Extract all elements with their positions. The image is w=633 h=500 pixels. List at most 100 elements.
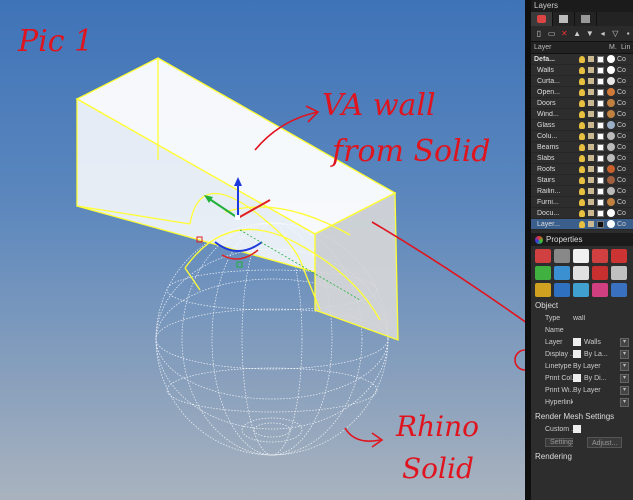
layer-name[interactable]: Railin... [531,188,579,195]
layer-row[interactable]: Glass Co [531,120,633,131]
material-column-header[interactable]: M. [609,42,621,53]
lock-icon[interactable] [588,155,594,161]
visibility-bulb-icon[interactable] [579,198,585,206]
layer-row[interactable]: Colu... Co [531,131,633,142]
rhino-viewport[interactable]: Pic 1 VA wall from Solid Rhino Solid [0,0,525,500]
lock-icon[interactable] [588,100,594,106]
layer-color-swatch[interactable] [597,143,604,151]
layer-name[interactable]: Open... [531,89,579,96]
layer-color-swatch[interactable] [597,165,604,173]
layer-linetype[interactable]: Co [617,210,626,217]
visibility-bulb-icon[interactable] [579,176,585,184]
properties-page-icon[interactable] [611,283,627,297]
move-up-icon[interactable]: ▲ [572,29,582,39]
linetype-column-header[interactable]: Lin [621,42,630,53]
properties-page-icon[interactable] [592,266,608,280]
layer-material-swatch[interactable] [607,110,615,118]
property-value[interactable]: Walls [584,339,601,346]
lock-icon[interactable] [588,89,594,95]
lock-icon[interactable] [588,133,594,139]
settings-button[interactable]: Settings [545,437,573,447]
chevron-down-icon[interactable]: ▾ [620,349,629,359]
property-value[interactable]: wall [573,315,585,322]
layer-linetype[interactable]: Co [617,89,626,96]
properties-page-icon[interactable] [554,266,570,280]
lock-icon[interactable] [588,111,594,117]
layer-row[interactable]: Open... Co [531,87,633,98]
layer-row[interactable]: Docu... Co [531,208,633,219]
layer-tools-icon[interactable]: ▪ [623,29,633,39]
lock-icon[interactable] [588,188,594,194]
visibility-bulb-icon[interactable] [579,187,585,195]
properties-page-icon[interactable] [554,283,570,297]
layer-linetype[interactable]: Co [617,56,626,63]
visibility-bulb-icon[interactable] [579,88,585,96]
layer-row[interactable]: Roofs Co [531,164,633,175]
move-down-icon[interactable]: ▼ [585,29,595,39]
layer-material-swatch[interactable] [607,88,615,96]
layer-material-swatch[interactable] [607,176,615,184]
tab-layer-states[interactable] [553,12,575,26]
layer-color-swatch[interactable] [597,88,604,96]
layer-color-swatch[interactable] [597,110,604,118]
layer-name[interactable]: Stairs [531,177,579,184]
properties-page-icon[interactable] [554,249,570,263]
layer-row[interactable]: Railin... Co [531,186,633,197]
layer-name[interactable]: Docu... [531,210,579,217]
layer-name[interactable]: Walls [531,67,579,74]
layer-row[interactable]: Walls Co [531,65,633,76]
layer-color-swatch[interactable] [597,132,604,140]
new-sublayer-icon[interactable]: ▭ [547,29,557,39]
layer-color-swatch[interactable] [597,99,604,107]
layer-material-swatch[interactable] [607,77,615,85]
delete-layer-icon[interactable]: ✕ [560,29,570,39]
chevron-down-icon[interactable]: ▾ [620,361,629,371]
tab-named-views[interactable] [575,12,597,26]
layer-color-swatch[interactable] [597,55,604,63]
layer-color-swatch[interactable] [597,154,604,162]
tab-layers[interactable] [531,12,553,26]
visibility-bulb-icon[interactable] [579,55,585,63]
layer-material-swatch[interactable] [607,198,615,206]
filter-icon[interactable]: ▽ [611,29,621,39]
layer-name[interactable]: Colu... [531,133,579,140]
visibility-bulb-icon[interactable] [579,110,585,118]
layer-color-swatch[interactable] [597,77,604,85]
lock-icon[interactable] [588,56,594,62]
lock-icon[interactable] [588,166,594,172]
lock-icon[interactable] [588,210,594,216]
layer-name[interactable]: Wind... [531,111,579,118]
layer-color-swatch[interactable] [597,187,604,195]
layer-row[interactable]: Doors Co [531,98,633,109]
new-layer-icon[interactable]: ▯ [534,29,544,39]
layer-linetype[interactable]: Co [617,177,626,184]
layer-color-swatch[interactable] [597,220,604,228]
properties-page-icon[interactable] [535,283,551,297]
lock-icon[interactable] [588,144,594,150]
layer-linetype[interactable]: Co [617,78,626,85]
visibility-bulb-icon[interactable] [579,66,585,74]
layer-material-swatch[interactable] [607,209,615,217]
layer-linetype[interactable]: Co [617,166,626,173]
layer-row[interactable]: Curta... Co [531,76,633,87]
layer-linetype[interactable]: Co [617,67,626,74]
property-value[interactable]: By Layer [573,363,601,370]
property-swatch[interactable] [573,350,581,358]
property-value[interactable]: By La... [584,351,608,358]
layer-linetype[interactable]: Co [617,155,626,162]
layer-linetype[interactable]: Co [617,199,626,206]
layer-material-swatch[interactable] [607,132,615,140]
lock-icon[interactable] [588,78,594,84]
visibility-bulb-icon[interactable] [579,154,585,162]
layer-material-swatch[interactable] [607,99,615,107]
layer-color-swatch[interactable] [597,209,604,217]
chevron-down-icon[interactable]: ▾ [620,385,629,395]
property-value[interactable]: By Layer [573,387,601,394]
layer-row[interactable]: Slabs Co [531,153,633,164]
layer-material-swatch[interactable] [607,121,615,129]
properties-page-icon[interactable] [573,249,589,263]
properties-page-icon[interactable] [573,283,589,297]
adjust-button[interactable]: Adjust... [587,436,623,448]
chevron-down-icon[interactable]: ▾ [620,337,629,347]
lock-icon[interactable] [588,177,594,183]
